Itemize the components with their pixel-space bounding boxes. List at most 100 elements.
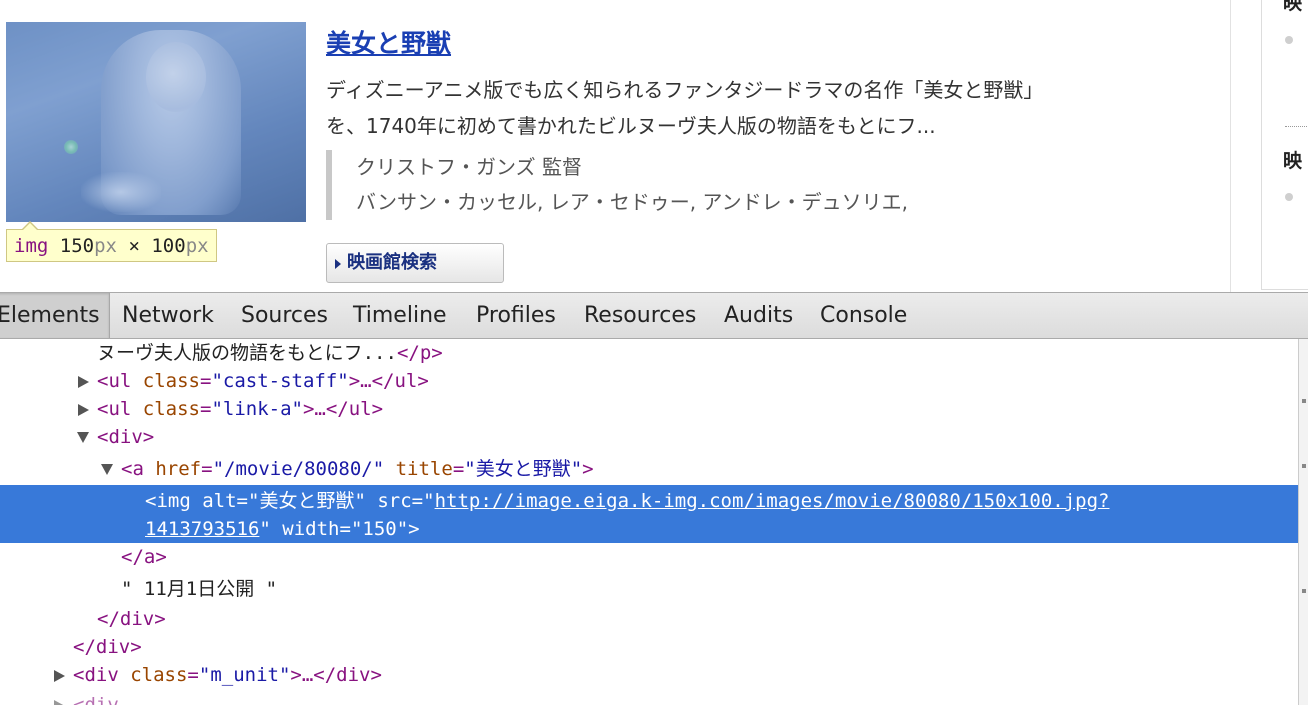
expand-triangle-icon[interactable] <box>54 670 65 682</box>
tooltip-unit: px <box>186 235 209 257</box>
tooltip-times: × <box>128 235 139 257</box>
expand-triangle-icon[interactable] <box>54 700 65 705</box>
tag: <div <box>73 694 119 705</box>
attr-name: src <box>377 490 411 512</box>
attr-value: "150" <box>351 518 408 540</box>
sidebar-heading: 映 <box>1283 0 1302 15</box>
devtools-panel: Elements Network Sources Timeline Profil… <box>0 292 1308 704</box>
src-url-link-continued[interactable]: 1413793516 <box>145 518 259 540</box>
attr-value: "m_unit" <box>199 664 291 686</box>
dom-node-div-partial[interactable]: <div <box>54 691 119 705</box>
tag: </p> <box>397 342 443 364</box>
tab-network[interactable]: Network <box>122 293 214 338</box>
tag: >…</ul> <box>303 398 383 420</box>
cast-list: バンサン・カッセル, レア・セドゥー, アンドレ・デュソリエ, <box>356 185 908 220</box>
web-page: img 150px × 100px 美女と野獣 ディズニーアニメ版でも広く知られ… <box>0 0 1308 292</box>
attr-name: class <box>130 664 187 686</box>
tooltip-arrow-inner <box>22 223 38 231</box>
attr-name: width <box>282 518 339 540</box>
tag: </div> <box>97 608 166 630</box>
tooltip-tag: img <box>14 235 48 257</box>
dom-tree: ヌーヴ夫人版の物語をもとにフ...</p> <ul class="cast-st… <box>0 339 1298 705</box>
tooltip-height: 100 <box>151 235 185 257</box>
tag: > <box>408 518 419 540</box>
sidebar: 映 映 <box>1230 0 1308 292</box>
cast-staff: クリストフ・ガンズ 監督 バンサン・カッセル, レア・セドゥー, アンドレ・デュ… <box>326 150 908 220</box>
tag: <a <box>121 458 144 480</box>
tag: >…</div> <box>290 664 382 686</box>
tag: <img <box>145 490 191 512</box>
attr-value: "美女と野獣" <box>464 458 582 480</box>
synopsis-line: ディズニーアニメ版でも広く知られるファンタジードラマの名作「美女と野獣」 <box>326 72 1196 108</box>
dom-node-div-m-unit[interactable]: <div class="m_unit">…</div> <box>54 661 382 689</box>
attr-name: href <box>155 458 201 480</box>
sidebar-heading: 映 <box>1283 146 1302 173</box>
tab-resources[interactable]: Resources <box>584 293 696 338</box>
scroll-marker <box>1302 589 1306 593</box>
dom-node-text[interactable]: ヌーヴ夫人版の物語をもとにフ...</p> <box>97 339 443 367</box>
top-fragment <box>1112 0 1212 2</box>
collapse-triangle-icon[interactable] <box>101 464 113 475</box>
src-url-link[interactable]: http://image.eiga.k-img.com/images/movie… <box>435 490 1110 512</box>
attr-value: "link-a" <box>211 398 303 420</box>
attr-value: "cast-staff" <box>211 370 348 392</box>
theater-search-label: 映画館検索 <box>347 252 437 273</box>
inspect-highlight-overlay <box>6 22 306 222</box>
tag: <div> <box>97 426 154 448</box>
scroll-marker <box>1302 399 1306 403</box>
attr-value: "/movie/80080/" <box>213 458 385 480</box>
tag: </div> <box>73 636 142 658</box>
scroll-marker <box>1302 464 1306 468</box>
tag: <ul <box>97 398 131 420</box>
dom-tree-scrollbar[interactable] <box>1298 339 1308 705</box>
collapse-triangle-icon[interactable] <box>77 432 89 443</box>
attr-value: "美女と野獣" <box>248 490 366 512</box>
tooltip-unit: px <box>94 235 117 257</box>
dom-node-text-date[interactable]: " 11月1日公開 " <box>121 575 277 603</box>
movie-thumbnail[interactable] <box>6 22 306 222</box>
dom-node-div-close[interactable]: </div> <box>97 605 166 633</box>
text-node: ヌーヴ夫人版の物語をもとにフ... <box>97 342 397 364</box>
bullet-icon <box>1285 193 1293 201</box>
tab-audits[interactable]: Audits <box>724 293 793 338</box>
synopsis-line: を、1740年に初めて書かれたビルヌーヴ夫人版の物語をもとにフ... <box>326 108 1196 144</box>
movie-title-link[interactable]: 美女と野獣 <box>326 24 451 60</box>
tag: <div <box>73 664 119 686</box>
attr-name: class <box>143 370 200 392</box>
sidebar-divider <box>1285 126 1308 127</box>
tab-sources[interactable]: Sources <box>241 293 328 338</box>
dom-node-div-close[interactable]: </div> <box>73 633 142 661</box>
tag: </a> <box>121 546 167 568</box>
attr-name: title <box>396 458 453 480</box>
dom-node-a[interactable]: <a href="/movie/80080/" title="美女と野獣"> <box>101 455 594 483</box>
dom-node-a-close[interactable]: </a> <box>121 543 167 571</box>
tab-console[interactable]: Console <box>820 293 907 338</box>
text-node: " 11月1日公開 " <box>121 578 277 600</box>
element-size-tooltip: img 150px × 100px <box>6 229 217 262</box>
tab-timeline[interactable]: Timeline <box>353 293 447 338</box>
dom-node-img-selected[interactable]: <img alt="美女と野獣" src="http://image.eiga.… <box>0 485 1298 543</box>
selected-line-2: 1413793516" width="150"> <box>145 515 420 543</box>
movie-synopsis: ディズニーアニメ版でも広く知られるファンタジードラマの名作「美女と野獣」 を、1… <box>326 72 1196 144</box>
dom-node-ul-cast[interactable]: <ul class="cast-staff">…</ul> <box>78 367 429 395</box>
tag: <ul <box>97 370 131 392</box>
theater-search-button[interactable]: 映画館検索 <box>326 243 504 283</box>
expand-triangle-icon[interactable] <box>78 404 89 416</box>
tooltip-width: 150 <box>60 235 94 257</box>
expand-triangle-icon[interactable] <box>78 376 89 388</box>
dom-node-div[interactable]: <div> <box>77 423 154 451</box>
play-triangle-icon <box>335 259 341 269</box>
dom-node-ul-link[interactable]: <ul class="link-a">…</ul> <box>78 395 383 423</box>
sidebar-panel <box>1261 0 1308 290</box>
selected-line-1: <img alt="美女と野獣" src="http://image.eiga.… <box>145 487 1109 515</box>
tag: >…</ul> <box>349 370 429 392</box>
attr-name: class <box>143 398 200 420</box>
tag: > <box>582 458 593 480</box>
devtools-tab-bar: Elements Network Sources Timeline Profil… <box>0 293 1308 339</box>
tab-elements[interactable]: Elements <box>0 293 110 338</box>
director: クリストフ・ガンズ 監督 <box>356 150 908 185</box>
attr-name: alt <box>202 490 236 512</box>
bullet-icon <box>1285 36 1293 44</box>
tab-profiles[interactable]: Profiles <box>476 293 556 338</box>
tab-label: Elements <box>0 303 100 328</box>
